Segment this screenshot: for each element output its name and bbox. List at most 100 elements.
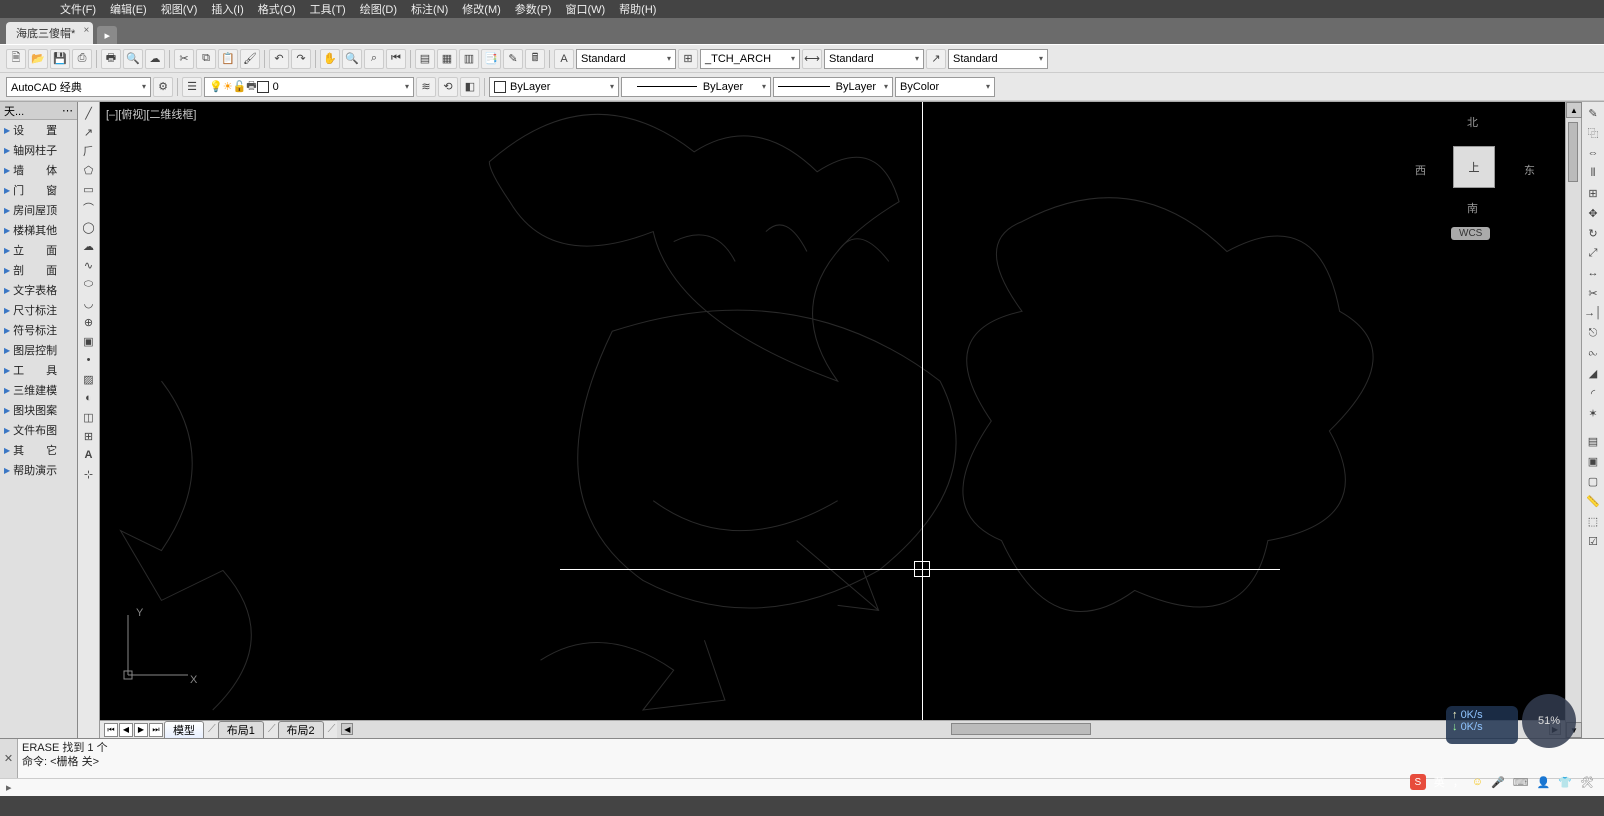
mirror-icon[interactable]: ⇔ [1584, 144, 1602, 162]
zoom-realtime-icon[interactable]: 🔍 [342, 49, 362, 69]
redo-icon[interactable]: ↷ [291, 49, 311, 69]
scroll-left-icon[interactable]: ◀ [341, 723, 353, 735]
command-input[interactable] [18, 782, 1604, 794]
palette-item-layerctrl[interactable]: ▶图层控制 [0, 340, 77, 360]
workspace-combo[interactable]: AutoCAD 经典 [6, 77, 151, 97]
ime-emoji-icon[interactable]: ☺ [1472, 776, 1483, 788]
palette-item-grid[interactable]: ▶轴网柱子 [0, 140, 77, 160]
offset-icon[interactable]: ⫴ [1584, 164, 1602, 182]
copy-obj-icon[interactable]: ⿻ [1584, 124, 1602, 142]
qselect-icon[interactable]: ☑ [1584, 532, 1602, 550]
accelerator-widget[interactable]: 51% [1522, 694, 1576, 748]
polygon-icon[interactable]: ⬠ [80, 161, 98, 179]
tab-nav-next-icon[interactable]: ▶ [134, 723, 148, 737]
viewcube-wcs-label[interactable]: WCS [1451, 227, 1490, 240]
tab-layout2[interactable]: 布局2 [278, 721, 324, 738]
fillet-icon[interactable]: ◜ [1584, 384, 1602, 402]
palette-item-layout[interactable]: ▶文件布图 [0, 420, 77, 440]
properties-icon[interactable]: ▤ [415, 49, 435, 69]
matchprop-icon[interactable]: 🖌 [240, 49, 260, 69]
viewcube-west[interactable]: 西 [1415, 162, 1426, 178]
palette-item-door[interactable]: ▶门 窗 [0, 180, 77, 200]
explode-icon[interactable]: ✶ [1584, 404, 1602, 422]
revcloud-icon[interactable]: ☁ [80, 237, 98, 255]
trim-icon[interactable]: ✂ [1584, 284, 1602, 302]
cut-icon[interactable]: ✂ [174, 49, 194, 69]
layer-manager-icon[interactable]: ☰ [182, 77, 202, 97]
point-icon[interactable]: • [80, 351, 98, 369]
paste-icon[interactable]: 📋 [218, 49, 238, 69]
rectangle-icon[interactable]: ▭ [80, 180, 98, 198]
move-icon[interactable]: ✥ [1584, 204, 1602, 222]
document-tab[interactable]: 海底三傻帽* × [6, 22, 93, 44]
hatch-icon[interactable]: ▨ [80, 370, 98, 388]
dimstyle-icon[interactable]: ⟷ [802, 49, 822, 69]
ellipsearc-icon[interactable]: ◡ [80, 294, 98, 312]
arc-icon[interactable]: ⌒ [80, 199, 98, 217]
xline-icon[interactable]: ↗ [80, 123, 98, 141]
ime-account-icon[interactable]: 👤 [1537, 776, 1551, 789]
array-icon[interactable]: ⊞ [1584, 184, 1602, 202]
command-history[interactable]: ERASE 找到 1 个 命令: <栅格 关> [18, 739, 1604, 778]
palette-menu-icon[interactable]: ⋯ [62, 104, 73, 117]
markup-icon[interactable]: ✎ [503, 49, 523, 69]
preview-icon[interactable]: 🔍 [123, 49, 143, 69]
palette-item-dim[interactable]: ▶尺寸标注 [0, 300, 77, 320]
line-icon[interactable]: ╱ [80, 104, 98, 122]
menu-file[interactable]: 文件(F) [60, 1, 96, 17]
calc-icon[interactable]: 🖩 [525, 49, 545, 69]
scrollbar-thumb[interactable] [951, 723, 1091, 735]
measure-icon[interactable]: 📏 [1584, 492, 1602, 510]
toolpalettes-icon[interactable]: ▥ [459, 49, 479, 69]
select-icon[interactable]: ⬚ [1584, 512, 1602, 530]
viewcube-north[interactable]: 北 [1467, 114, 1478, 130]
insert-icon[interactable]: ⊕ [80, 313, 98, 331]
drawing-viewport[interactable]: [–][俯视][二维线框] Y X [100, 102, 1565, 738]
palette-item-demo[interactable]: ▶帮助演示 [0, 460, 77, 480]
scroll-up-icon[interactable]: ▲ [1566, 102, 1582, 118]
menu-draw[interactable]: 绘图(D) [360, 1, 397, 17]
zoom-window-icon[interactable]: ⌕ [364, 49, 384, 69]
lineweight-combo[interactable]: ByLayer [773, 77, 893, 97]
tab-nav-first-icon[interactable]: ⏮ [104, 723, 118, 737]
palette-item-section[interactable]: ▶剖 面 [0, 260, 77, 280]
zoom-prev-icon[interactable]: ⏮ [386, 49, 406, 69]
new-tab-button[interactable]: ▸ [97, 26, 117, 44]
group-icon[interactable]: ▣ [1584, 452, 1602, 470]
close-tab-icon[interactable]: × [83, 25, 89, 36]
palette-item-roof[interactable]: ▶房间屋顶 [0, 200, 77, 220]
layer-states-icon[interactable]: ≋ [416, 77, 436, 97]
palette-item-stair[interactable]: ▶楼梯其他 [0, 220, 77, 240]
erase-icon[interactable]: ✎ [1584, 104, 1602, 122]
rotate-icon[interactable]: ↻ [1584, 224, 1602, 242]
chamfer-icon[interactable]: ◢ [1584, 364, 1602, 382]
menu-insert[interactable]: 插入(I) [211, 1, 243, 17]
stretch-icon[interactable]: ↔ [1584, 264, 1602, 282]
circle-icon[interactable]: ◯ [80, 218, 98, 236]
menu-tools[interactable]: 工具(T) [310, 1, 346, 17]
palette-item-other[interactable]: ▶其 它 [0, 440, 77, 460]
palette-item-block[interactable]: ▶图块图案 [0, 400, 77, 420]
break-icon[interactable]: ⎋ [1584, 324, 1602, 342]
ime-keyboard-icon[interactable]: ⌨ [1513, 776, 1529, 789]
palette-item-text[interactable]: ▶文字表格 [0, 280, 77, 300]
tablestyle-icon[interactable]: ⊞ [678, 49, 698, 69]
palette-item-wall[interactable]: ▶墙 体 [0, 160, 77, 180]
ime-skin-icon[interactable]: 👕 [1558, 776, 1572, 789]
open-icon[interactable]: 📂 [28, 49, 48, 69]
textstyle-icon[interactable]: A [554, 49, 574, 69]
layer-prev-icon[interactable]: ⟲ [438, 77, 458, 97]
ucs-icon[interactable]: Y X [116, 607, 196, 690]
plotstyle-combo[interactable]: ByColor [895, 77, 995, 97]
scrollbar-thumb-v[interactable] [1568, 122, 1578, 182]
publish-icon[interactable]: ☁ [145, 49, 165, 69]
drawing-canvas[interactable]: Y X 北 南 东 西 上 WCS [100, 102, 1565, 720]
palette-item-settings[interactable]: ▶设 置 [0, 120, 77, 140]
ime-language[interactable]: 英 [1434, 774, 1445, 790]
vertical-scrollbar[interactable]: ▲ ▼ [1565, 102, 1581, 738]
tab-layout1[interactable]: 布局1 [218, 721, 264, 738]
region-icon[interactable]: ◫ [80, 408, 98, 426]
makeblock-icon[interactable]: ▣ [80, 332, 98, 350]
palette-item-tools[interactable]: ▶工 具 [0, 360, 77, 380]
table-icon[interactable]: ⊞ [80, 427, 98, 445]
